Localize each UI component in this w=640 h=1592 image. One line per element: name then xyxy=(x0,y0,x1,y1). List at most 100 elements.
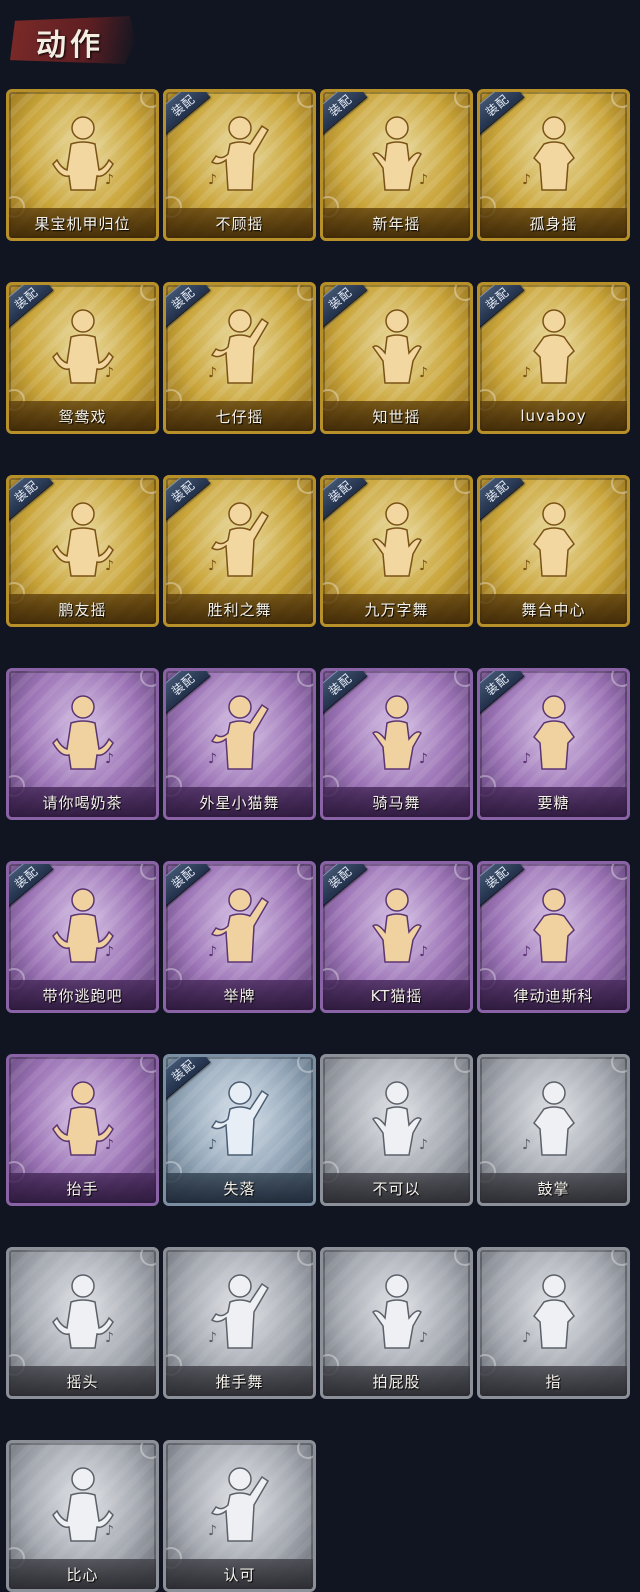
action-card[interactable]: ♪ 装配 外星小猫舞 xyxy=(163,668,316,820)
corner-ornament xyxy=(454,1250,470,1266)
corner-ornament xyxy=(297,1443,313,1459)
action-label: 抬手 xyxy=(66,1179,99,1198)
action-label: 指 xyxy=(545,1372,562,1391)
sparkle-dance-figure-icon: ♪ xyxy=(200,303,280,393)
corner-ornament xyxy=(297,1250,313,1266)
action-label: 鹏友摇 xyxy=(58,600,107,619)
thumbs-up-icon: ♪ xyxy=(200,1461,280,1551)
svg-text:♪: ♪ xyxy=(419,751,428,767)
action-card[interactable]: ♪ 装配 KT猫摇 xyxy=(320,861,473,1013)
pointing-dance-figure-icon: ♪ xyxy=(200,110,280,200)
action-label: 骑马舞 xyxy=(372,793,421,812)
action-card[interactable]: ♪ 果宝机甲归位 xyxy=(6,89,159,241)
equipped-badge-label: 装配 xyxy=(168,91,198,119)
action-label: 外星小猫舞 xyxy=(199,793,280,812)
spotlight-pose-figure-icon: ♪ xyxy=(514,496,594,586)
svg-text:♪: ♪ xyxy=(208,365,217,381)
equipped-badge-label: 装配 xyxy=(482,91,512,119)
action-card[interactable]: ♪ 装配 律动迪斯科 xyxy=(477,861,630,1013)
action-card[interactable]: ♪ 装配 鹏友摇 xyxy=(6,475,159,627)
action-label: KT猫摇 xyxy=(370,986,423,1005)
action-label-bar: 七仔摇 xyxy=(166,401,313,431)
action-label-bar: 果宝机甲归位 xyxy=(9,208,156,238)
action-label-bar: 拍屁股 xyxy=(323,1366,470,1396)
corner-ornament xyxy=(611,864,627,880)
action-card[interactable]: ♪ 装配 九万字舞 xyxy=(320,475,473,627)
corner-ornament xyxy=(297,285,313,301)
corner-ornament xyxy=(297,1057,313,1073)
victory-pose-figure-icon: ♪ xyxy=(200,496,280,586)
action-card[interactable]: ♪ 抬手 xyxy=(6,1054,159,1206)
equipped-badge-label: 装配 xyxy=(482,477,512,505)
corner-ornament xyxy=(297,478,313,494)
action-card[interactable]: ♪ 装配 舞台中心 xyxy=(477,475,630,627)
action-label-bar: 孤身摇 xyxy=(480,208,627,238)
corner-ornament xyxy=(297,671,313,687)
action-card[interactable]: ♪ 指 xyxy=(477,1247,630,1399)
action-card[interactable]: ♪ 装配 要糖 xyxy=(477,668,630,820)
action-card[interactable]: ♪ 装配 七仔摇 xyxy=(163,282,316,434)
action-card[interactable]: ♪ 请你喝奶茶 xyxy=(6,668,159,820)
equipped-badge-label: 装配 xyxy=(168,670,198,698)
action-label-bar: 鹏友摇 xyxy=(9,594,156,624)
holding-sign-figure-icon: ♪ xyxy=(43,689,123,779)
action-card[interactable]: ♪ 装配 luvaboy xyxy=(477,282,630,434)
svg-text:♪: ♪ xyxy=(419,172,428,188)
disco-pose-figure-icon: ♪ xyxy=(514,882,594,972)
action-label: 九万字舞 xyxy=(364,600,429,619)
action-card[interactable]: ♪ 装配 知世摇 xyxy=(320,282,473,434)
action-card[interactable]: ♪ 认可 xyxy=(163,1440,316,1592)
action-label-bar: 不顾摇 xyxy=(166,208,313,238)
action-card[interactable]: ♪ 装配不顾摇 xyxy=(163,89,316,241)
equipped-badge-label: 装配 xyxy=(325,91,355,119)
corner-ornament xyxy=(454,1057,470,1073)
equipped-badge-label: 装配 xyxy=(482,284,512,312)
horse-dance-figure-icon: ♪ xyxy=(357,689,437,779)
action-card[interactable]: ♪ 装配 孤身摇 xyxy=(477,89,630,241)
corner-ornament xyxy=(140,1250,156,1266)
raise-sign-figure-icon: ♪ xyxy=(200,882,280,972)
action-label-bar: 鼓掌 xyxy=(480,1173,627,1203)
action-card[interactable]: ♪ 鼓掌 xyxy=(477,1054,630,1206)
shrug-dance-figure-icon: ♪ xyxy=(357,303,437,393)
action-card[interactable]: ♪ 装配 举牌 xyxy=(163,861,316,1013)
action-label-bar: 指 xyxy=(480,1366,627,1396)
svg-text:♪: ♪ xyxy=(105,1523,114,1539)
action-label-bar: 不可以 xyxy=(323,1173,470,1203)
action-card[interactable]: ♪ 推手舞 xyxy=(163,1247,316,1399)
fist-dance-figure-icon: ♪ xyxy=(357,110,437,200)
action-label: 比心 xyxy=(66,1565,99,1584)
hands-on-hips-figure-icon: ♪ xyxy=(43,110,123,200)
pat-butt-figure-icon: ♪ xyxy=(357,1268,437,1358)
action-label: 不顾摇 xyxy=(215,214,264,233)
action-card[interactable]: ♪ 装配 骑马舞 xyxy=(320,668,473,820)
action-card[interactable]: ♪ 装配 胜利之舞 xyxy=(163,475,316,627)
action-card[interactable]: ♪ 装配新年摇 xyxy=(320,89,473,241)
action-card[interactable]: ♪ 装配 失落 xyxy=(163,1054,316,1206)
equipped-badge-label: 装配 xyxy=(11,284,41,312)
svg-text:♪: ♪ xyxy=(419,365,428,381)
action-label: 果宝机甲归位 xyxy=(34,214,131,233)
corner-ornament xyxy=(454,92,470,108)
svg-text:♪: ♪ xyxy=(105,558,114,574)
action-card[interactable]: ♪ 装配 鸳鸯戏 xyxy=(6,282,159,434)
action-label-bar: 摇头 xyxy=(9,1366,156,1396)
action-label: 摇头 xyxy=(66,1372,99,1391)
svg-text:♪: ♪ xyxy=(522,1137,531,1153)
equipped-badge-label: 装配 xyxy=(325,284,355,312)
corner-ornament xyxy=(297,864,313,880)
svg-text:♪: ♪ xyxy=(419,558,428,574)
equipped-badge-label: 装配 xyxy=(325,863,355,891)
page-title: 动作 xyxy=(36,28,104,63)
action-card[interactable]: ♪ 不可以 xyxy=(320,1054,473,1206)
svg-text:♪: ♪ xyxy=(522,365,531,381)
action-label: 新年摇 xyxy=(372,214,421,233)
action-label-bar: KT猫摇 xyxy=(323,980,470,1010)
action-label: 鸳鸯戏 xyxy=(58,407,107,426)
action-label-bar: 要糖 xyxy=(480,787,627,817)
action-card[interactable]: ♪ 装配 带你逃跑吧 xyxy=(6,861,159,1013)
action-label-bar: 请你喝奶茶 xyxy=(9,787,156,817)
action-card[interactable]: ♪ 摇头 xyxy=(6,1247,159,1399)
action-card[interactable]: ♪ 比心 xyxy=(6,1440,159,1592)
action-card[interactable]: ♪ 拍屁股 xyxy=(320,1247,473,1399)
